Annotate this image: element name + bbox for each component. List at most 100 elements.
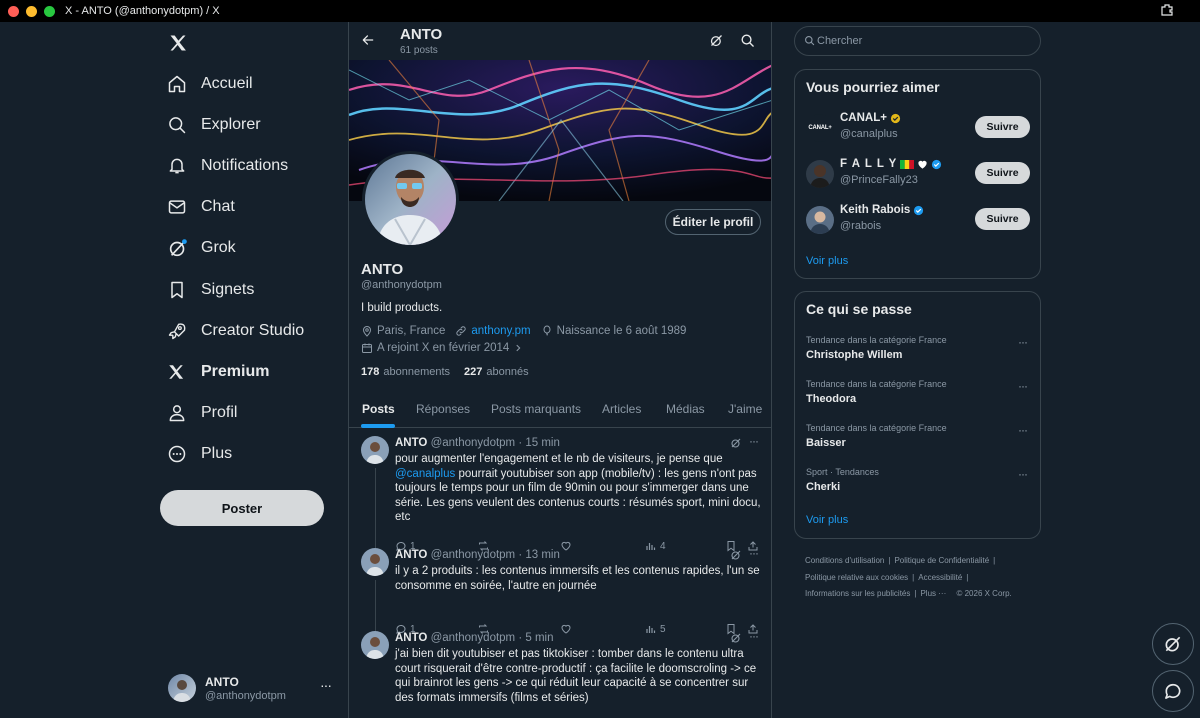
nav-item-explorer[interactable]: Explorer xyxy=(160,107,261,143)
nav-item-accueil[interactable]: Accueil xyxy=(160,66,253,102)
cookies-link[interactable]: Politique relative aux cookies xyxy=(805,573,908,582)
more-icon[interactable]: ··· xyxy=(749,629,759,643)
search-icon[interactable] xyxy=(740,33,755,48)
more-icon[interactable]: ··· xyxy=(1018,467,1028,481)
more-icon[interactable]: ··· xyxy=(749,546,759,560)
nav-item-signets[interactable]: Signets xyxy=(160,272,254,308)
tweet-time[interactable]: · 5 min xyxy=(518,632,553,644)
suggestion-item[interactable]: F A L L Y @PrinceFally23 Suivre xyxy=(806,158,1032,190)
profile-avatar[interactable] xyxy=(362,151,459,248)
extension-icon[interactable] xyxy=(1160,3,1174,17)
avatar[interactable] xyxy=(361,436,389,464)
more-icon[interactable]: ··· xyxy=(1018,335,1028,349)
accessibility-link[interactable]: Accessibilité xyxy=(918,573,962,582)
footer-more-link[interactable]: Plus ··· xyxy=(920,589,946,598)
close-window-button[interactable] xyxy=(8,5,19,17)
see-more-link[interactable]: Voir plus xyxy=(806,255,848,267)
views-icon xyxy=(646,543,656,550)
bell-icon xyxy=(160,154,194,178)
tweet-time[interactable]: · 15 min xyxy=(518,437,560,449)
minimize-window-button[interactable] xyxy=(26,5,37,17)
tweet-author-name[interactable]: ANTO xyxy=(395,437,427,449)
tweet-text: il y a 2 produits : les contenus immersi… xyxy=(395,565,760,592)
trend-item[interactable]: Tendance dans la catégorie France Baisse… xyxy=(806,423,1032,457)
nav-item-plus[interactable]: Plus xyxy=(160,436,232,472)
location: Paris, France xyxy=(361,325,445,337)
profile-tabs: Posts Réponses Posts marquants Articles … xyxy=(349,392,771,428)
see-more-link[interactable]: Voir plus xyxy=(806,514,848,526)
ads-info-link[interactable]: Informations sur les publicités xyxy=(805,589,910,598)
nav-item-chat[interactable]: Chat xyxy=(160,189,235,225)
nav-item-creator-studio[interactable]: Creator Studio xyxy=(160,313,304,349)
trend-item[interactable]: Tendance dans la catégorie France Christ… xyxy=(806,335,1032,369)
views-button[interactable]: 5 xyxy=(645,623,666,635)
more-icon[interactable]: ··· xyxy=(1018,379,1028,393)
account-switcher[interactable]: ANTO @anthonydotpm ··· xyxy=(168,672,338,706)
nav-item-grok[interactable]: Grok xyxy=(160,230,236,266)
grok-icon xyxy=(160,236,194,260)
mention-link[interactable]: @canalplus xyxy=(395,468,455,480)
tab-medias[interactable]: Médias xyxy=(666,402,705,416)
follow-button[interactable]: Suivre xyxy=(975,162,1030,184)
back-arrow-icon[interactable] xyxy=(361,33,375,47)
trend-item[interactable]: Tendance dans la catégorie France Theodo… xyxy=(806,379,1032,413)
like-button[interactable] xyxy=(560,540,572,552)
nav-label: Accueil xyxy=(201,75,253,92)
nav-item-premium[interactable]: Premium xyxy=(160,354,269,390)
grok-icon[interactable] xyxy=(730,437,742,449)
grok-icon[interactable] xyxy=(730,549,742,561)
more-icon[interactable]: ··· xyxy=(1018,423,1028,437)
trend-item[interactable]: Sport · Tendances Cherki ··· xyxy=(806,467,1032,501)
views-button[interactable]: 4 xyxy=(645,540,666,552)
post-button[interactable]: Poster xyxy=(160,490,324,526)
tab-reponses[interactable]: Réponses xyxy=(416,402,470,416)
thread-line xyxy=(374,580,376,634)
tweet-author-name[interactable]: ANTO xyxy=(395,632,427,644)
canalplus-logo-text: CANAL+ xyxy=(808,125,832,131)
suggestion-item[interactable]: Keith Rabois @rabois Suivre xyxy=(806,204,1032,236)
followers-link[interactable]: 227 abonnés xyxy=(464,366,529,378)
grok-icon[interactable] xyxy=(730,632,742,644)
search-box[interactable] xyxy=(794,26,1041,56)
avatar[interactable] xyxy=(361,631,389,659)
tweet-header: ANTO @anthonydotpm · 5 min xyxy=(395,632,554,644)
tweet-author-handle[interactable]: @anthonydotpm xyxy=(431,437,516,449)
like-button[interactable] xyxy=(560,623,572,635)
messages-fab-button[interactable] xyxy=(1152,670,1194,712)
terms-link[interactable]: Conditions d'utilisation xyxy=(805,556,884,565)
grok-icon[interactable] xyxy=(709,33,724,48)
search-input[interactable] xyxy=(817,33,1027,49)
trend-title: Christophe Willem xyxy=(806,349,903,361)
avatar[interactable] xyxy=(361,548,389,576)
follow-button[interactable]: Suivre xyxy=(975,208,1030,230)
tab-posts-marquants[interactable]: Posts marquants xyxy=(491,402,581,416)
tweet-author-handle[interactable]: @anthonydotpm xyxy=(431,549,516,561)
tab-jaime[interactable]: J'aime xyxy=(728,402,762,416)
following-link[interactable]: 178 abonnements xyxy=(361,366,450,378)
follow-button[interactable]: Suivre xyxy=(975,116,1030,138)
privacy-link[interactable]: Politique de Confidentialité xyxy=(894,556,989,565)
x-logo-icon[interactable] xyxy=(167,32,189,54)
edit-profile-button[interactable]: Éditer le profil xyxy=(665,209,761,235)
tab-articles[interactable]: Articles xyxy=(602,402,641,416)
profile-joined-row[interactable]: A rejoint X en février 2014 xyxy=(361,342,537,354)
grok-fab-button[interactable] xyxy=(1152,623,1194,665)
tweet-author-handle[interactable]: @anthonydotpm xyxy=(431,632,516,644)
nav-item-notifications[interactable]: Notifications xyxy=(160,148,288,184)
more-icon[interactable]: ··· xyxy=(320,677,332,693)
website-link[interactable]: anthony.pm xyxy=(471,325,530,337)
trend-title: Baisser xyxy=(806,437,846,449)
profile-header-bar: ANTO 61 posts xyxy=(349,22,771,60)
suggestion-item[interactable]: CANAL+ CANAL+ @canalplus Suivre xyxy=(806,112,1032,144)
tab-posts[interactable]: Posts xyxy=(362,402,395,416)
tweet-author-name[interactable]: ANTO xyxy=(395,549,427,561)
joined[interactable]: A rejoint X en février 2014 xyxy=(361,342,527,354)
copyright: © 2026 X Corp. xyxy=(956,589,1012,598)
more-icon[interactable]: ··· xyxy=(749,434,759,448)
website[interactable]: anthony.pm xyxy=(455,325,531,337)
suggestion-handle: @PrinceFally23 xyxy=(840,174,918,186)
nav-item-profil[interactable]: Profil xyxy=(160,395,237,431)
maximize-window-button[interactable] xyxy=(44,5,55,17)
following-label: abonnements xyxy=(383,366,451,378)
tweet-time[interactable]: · 13 min xyxy=(518,549,560,561)
